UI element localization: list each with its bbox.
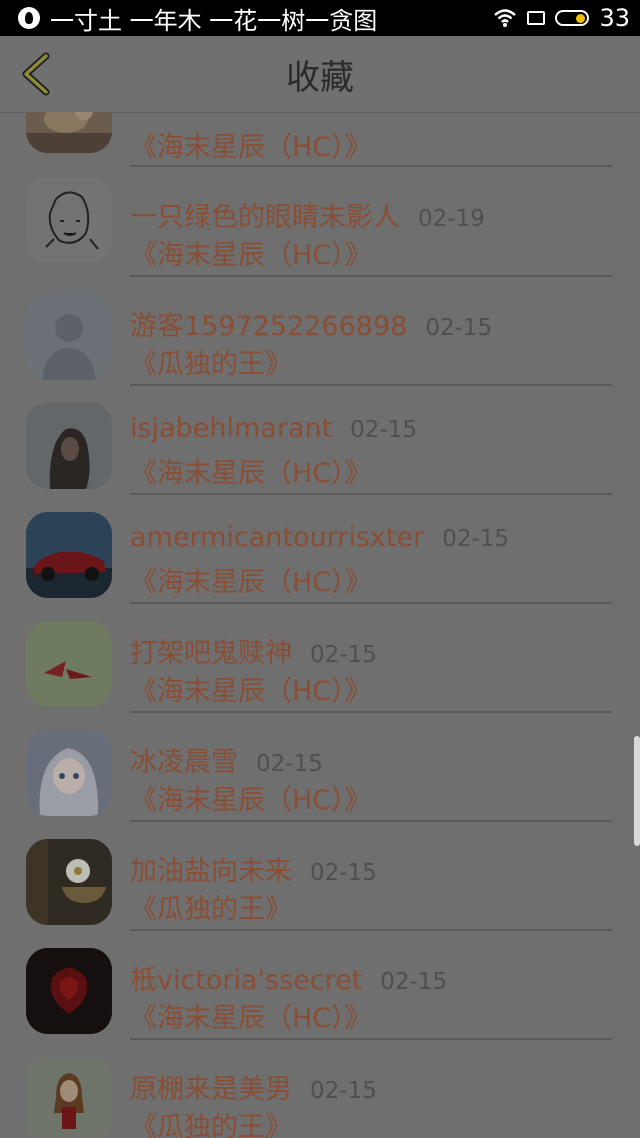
default-person-avatar <box>26 294 112 380</box>
item-book-title: 《瓜独的王》 <box>130 894 292 925</box>
list-item[interactable]: 冰凌晨雪 02-15 《海末星辰（HC）》 <box>0 712 640 822</box>
list-item[interactable]: 原棚来是美男 02-15 《瓜独的王》 <box>0 1039 640 1138</box>
list-item[interactable]: 一只绿色的眼睛末影人 02-19 《海末星辰（HC）》 <box>0 167 640 277</box>
item-username: 加油盐向未来 <box>130 856 292 887</box>
item-name-row: 打架吧鬼赎神 02-15 <box>130 631 377 670</box>
item-date: 02-15 <box>310 860 377 886</box>
item-username: 原棚来是美男 <box>130 1074 292 1105</box>
origami-avatar <box>26 621 112 707</box>
header: 收藏 <box>0 36 640 113</box>
favorites-list: 《海末星辰（HC）》 一只绿色的眼睛末影人 02-19 《海末星辰（HC）》 游… <box>0 112 640 1138</box>
item-date: 02-15 <box>256 751 323 777</box>
item-name-row: 游客1597252266898 02-15 <box>130 304 492 343</box>
woman-photo-avatar <box>26 403 112 489</box>
item-name-row: amermicantourrisxter 02-15 <box>130 522 509 553</box>
page-title: 收藏 <box>286 57 354 98</box>
item-book-title: 《海末星辰（HC）》 <box>130 458 372 489</box>
item-book-title: 《瓜独的王》 <box>130 349 292 380</box>
item-date: 02-15 <box>310 642 377 668</box>
chevron-left-icon <box>22 52 50 96</box>
list-item[interactable]: amermicantourrisxter 02-15 《海末星辰（HC）》 <box>0 494 640 604</box>
item-username: 一只绿色的眼睛末影人 <box>130 202 400 233</box>
status-title: 一寸土 一年木 一花一树一贪图 <box>50 6 378 35</box>
list-item[interactable]: 《海末星辰（HC）》 <box>0 112 640 167</box>
battery-icon <box>555 10 590 26</box>
item-date: 02-15 <box>380 969 448 995</box>
flower-cup-avatar <box>26 839 112 925</box>
item-date: 02-15 <box>442 526 510 552</box>
car-avatar <box>26 512 112 598</box>
anime-girl-avatar <box>26 730 112 816</box>
item-book-title: 《瓜独的王》 <box>130 1112 292 1138</box>
battery-level: 33 <box>599 4 630 32</box>
wifi-icon <box>494 9 517 27</box>
item-username: isjabehlmarant <box>130 413 333 444</box>
item-date: 02-15 <box>310 1078 377 1104</box>
list-item[interactable]: 柢victoria'ssecret 02-15 《海末星辰（HC）》 <box>0 930 640 1040</box>
scrollbar[interactable] <box>634 736 640 846</box>
screen-icon <box>527 11 546 25</box>
item-name-row: 原棚来是美男 02-15 <box>130 1067 377 1106</box>
item-name-row: 冰凌晨雪 02-15 <box>130 740 323 779</box>
item-username: 柢victoria'ssecret <box>130 965 363 996</box>
item-date: 02-19 <box>418 206 485 232</box>
item-name-row: 一只绿色的眼睛末影人 02-19 <box>130 195 485 234</box>
list-item[interactable]: 游客1597252266898 02-15 《瓜独的王》 <box>0 276 640 386</box>
item-name-row: 柢victoria'ssecret 02-15 <box>130 958 447 997</box>
app-notification-icon <box>18 7 40 29</box>
back-button[interactable] <box>16 52 56 96</box>
rose-avatar <box>26 948 112 1034</box>
item-book-title: 《海末星辰（HC）》 <box>130 240 372 271</box>
list-item[interactable]: 加油盐向未来 02-15 《瓜独的王》 <box>0 821 640 931</box>
list-item[interactable]: 打架吧鬼赎神 02-15 《海末星辰（HC）》 <box>0 603 640 713</box>
cat-avatar <box>26 112 112 153</box>
item-book-title: 《海末星辰（HC）》 <box>130 676 372 707</box>
cartoon-girl-avatar <box>26 1057 112 1138</box>
item-book-title: 《海末星辰（HC）》 <box>130 1003 372 1034</box>
item-username: 冰凌晨雪 <box>130 747 238 778</box>
item-username: 游客1597252266898 <box>130 311 408 342</box>
list-item[interactable]: isjabehlmarant 02-15 《海末星辰（HC）》 <box>0 385 640 495</box>
item-book-title: 《海末星辰（HC）》 <box>130 785 372 816</box>
item-name-row: isjabehlmarant 02-15 <box>130 413 417 444</box>
item-username: 打架吧鬼赎神 <box>130 638 292 669</box>
item-date: 02-15 <box>425 315 493 341</box>
item-username: amermicantourrisxter <box>130 522 425 553</box>
item-name-row: 加油盐向未来 02-15 <box>130 849 377 888</box>
status-right: 33 <box>493 4 630 32</box>
item-book-title: 《海末星辰（HC）》 <box>130 132 372 163</box>
sketch-avatar <box>26 177 112 263</box>
status-bar: 一寸土 一年木 一花一树一贪图 33 <box>0 0 640 36</box>
item-book-title: 《海末星辰（HC）》 <box>130 567 372 598</box>
item-date: 02-15 <box>350 417 418 443</box>
status-left: 一寸土 一年木 一花一树一贪图 <box>18 1 493 36</box>
